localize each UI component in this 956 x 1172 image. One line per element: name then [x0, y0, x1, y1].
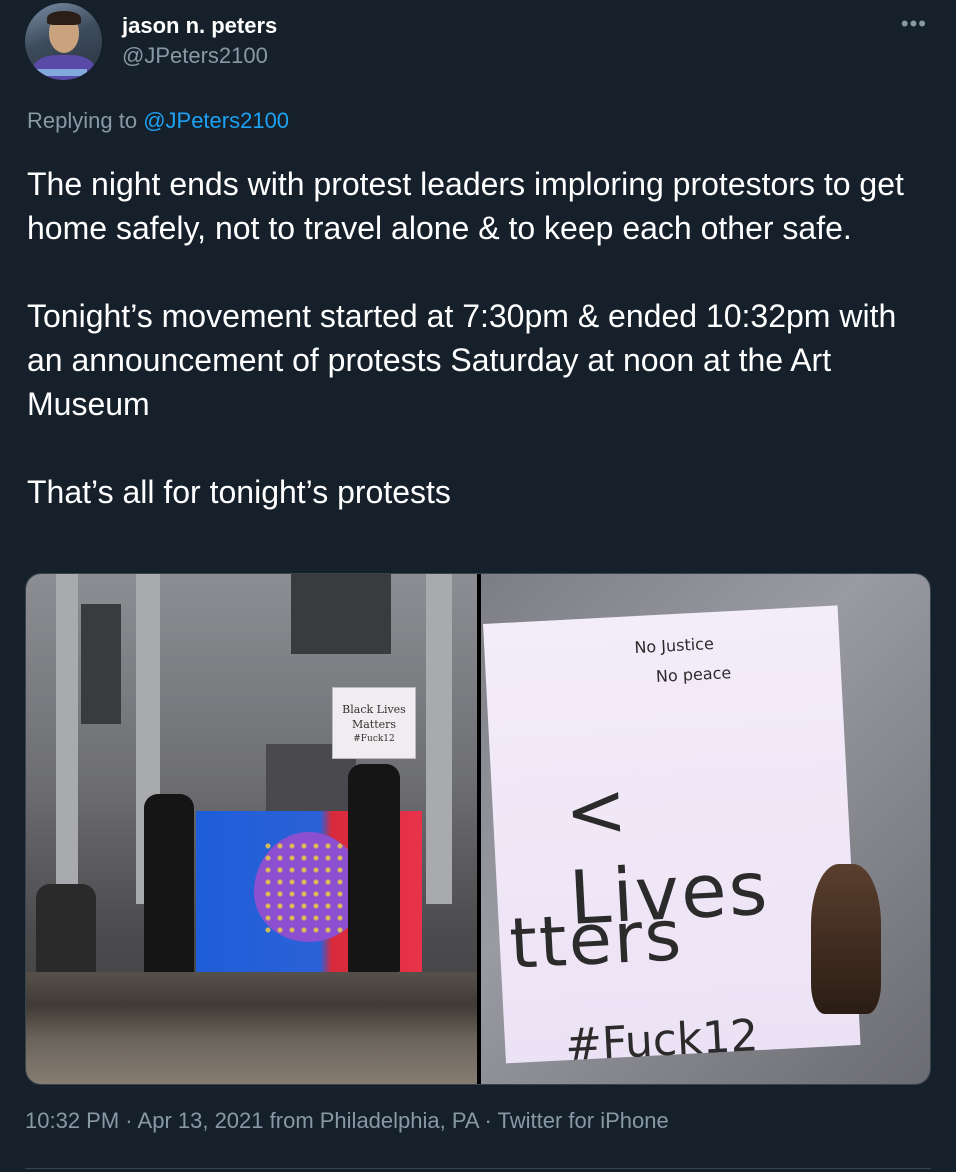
tweet-header: jason n. peters @JPeters2100 •••: [25, 3, 931, 83]
tweet-location[interactable]: from Philadelphia, PA: [270, 1108, 479, 1133]
sign-text-top: No Justice: [633, 633, 715, 658]
tweet-paragraph: That’s all for tonight’s protests: [27, 474, 451, 510]
banner-heart-pattern: [262, 840, 356, 934]
hand-holding-sign: [811, 864, 881, 1014]
protester-sign-holder: [348, 764, 400, 974]
protest-sign-small: Black Lives Matters #Fuck12: [332, 687, 416, 759]
building-window: [81, 604, 121, 724]
more-horizontal-icon[interactable]: •••: [901, 11, 927, 37]
photo-city-hall-protest[interactable]: Black Lives Matters #Fuck12: [26, 574, 477, 1084]
photo-sign-closeup[interactable]: No Justice No peace < Lives tters #Fuck1…: [481, 574, 930, 1084]
tweet-source[interactable]: Twitter for iPhone: [498, 1108, 669, 1133]
building-window: [291, 574, 391, 654]
sign-text: #Fuck12: [353, 734, 395, 744]
avatar-hair: [47, 11, 81, 25]
sign-text-top: No peace: [655, 663, 732, 687]
seated-person: [36, 884, 96, 974]
replying-to-label: Replying to: [27, 108, 144, 133]
avatar-badge: [37, 69, 87, 76]
tweet-text: The night ends with protest leaders impl…: [27, 162, 927, 514]
tweet-paragraph: The night ends with protest leaders impl…: [27, 166, 904, 246]
tweet-paragraph: Tonight’s movement started at 7:30pm & e…: [27, 298, 897, 422]
tweet-time[interactable]: 10:32 PM: [25, 1108, 119, 1133]
tweet-date[interactable]: Apr 13, 2021: [138, 1108, 264, 1133]
sign-text-hashtag: #Fuck12: [563, 1010, 760, 1072]
plaza-steps: [26, 972, 477, 1084]
replying-to: Replying to @JPeters2100: [27, 108, 289, 134]
tweet-metadata: 10:32 PM · Apr 13, 2021 from Philadelphi…: [25, 1108, 669, 1134]
author-name[interactable]: jason n. peters: [122, 13, 277, 39]
building-column: [56, 574, 78, 904]
separator-dot: ·: [484, 1108, 492, 1133]
avatar-shirt: [33, 55, 95, 80]
reply-mention-link[interactable]: @JPeters2100: [143, 108, 289, 133]
avatar[interactable]: [25, 3, 102, 80]
protest-sign-closeup: No Justice No peace < Lives tters #Fuck1…: [483, 605, 861, 1071]
author-handle[interactable]: @JPeters2100: [122, 43, 268, 69]
sign-text-matters: tters: [507, 894, 685, 985]
tweet-media: Black Lives Matters #Fuck12 No Justice N…: [25, 573, 931, 1085]
building-column: [426, 574, 452, 904]
divider: [25, 1168, 931, 1169]
protester-left: [144, 794, 194, 994]
sign-text: Matters: [351, 718, 397, 731]
sign-text: Black Lives: [342, 703, 406, 716]
separator-dot: ·: [125, 1108, 133, 1133]
